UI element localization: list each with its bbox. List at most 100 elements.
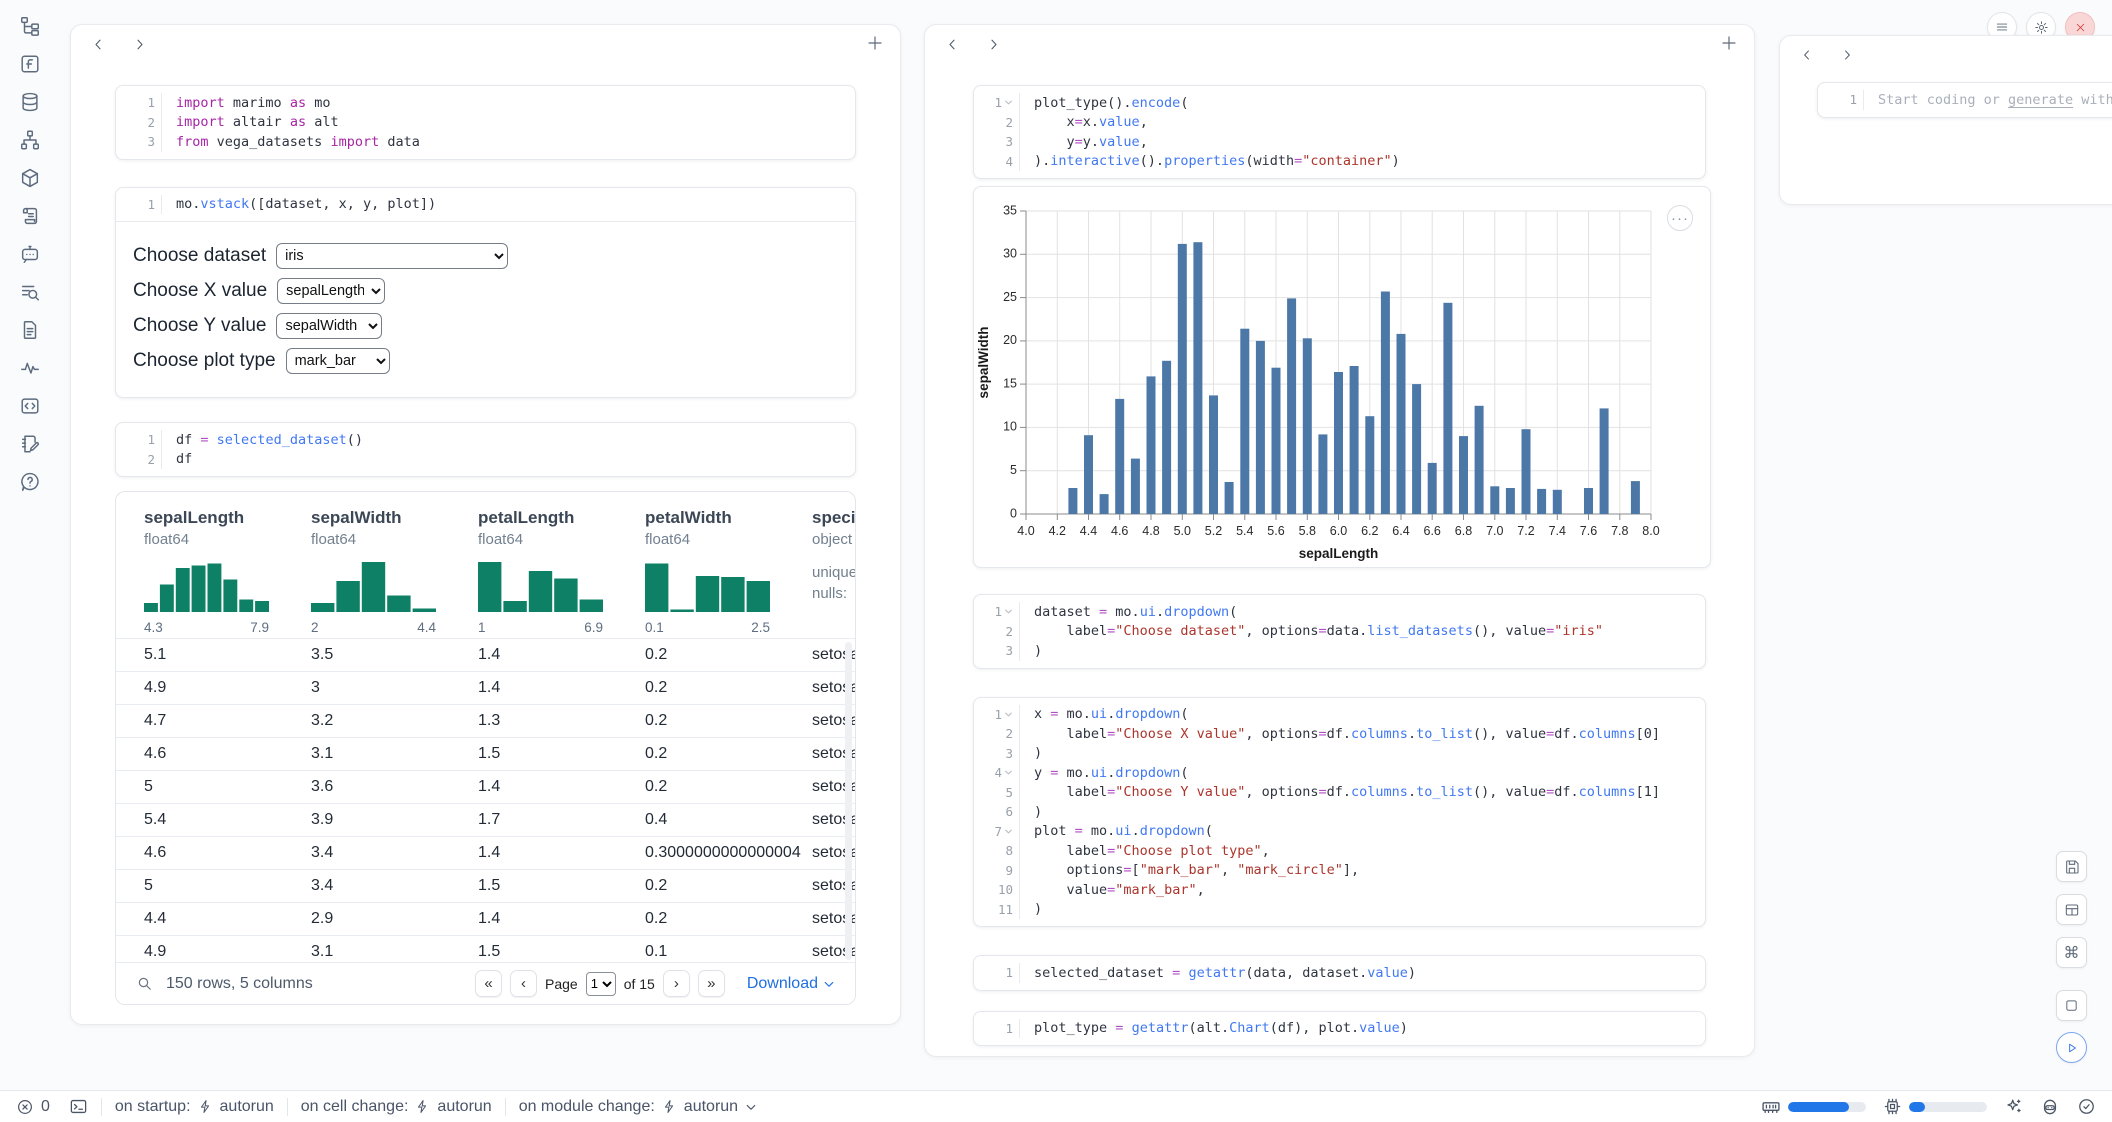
svg-text:10: 10 [1003,420,1017,434]
search-icon[interactable] [136,975,154,993]
table-row[interactable]: 5.43.91.70.4setosa [116,803,855,836]
first-page-button[interactable]: « [475,970,502,997]
fold-caret-icon[interactable] [1004,98,1013,107]
error-indicator[interactable]: 0 [16,1098,50,1116]
table-row[interactable]: 4.931.40.2setosa [116,671,855,704]
table-column-header[interactable]: sepalLengthfloat644.37.9 [144,508,311,626]
table-cell: 0.2 [645,679,812,697]
table-row[interactable]: 4.63.41.40.3000000000000004setosa [116,836,855,869]
scroll-icon[interactable] [18,204,42,228]
table-column-header[interactable]: sepalWidthfloat6424.4 [311,508,478,626]
left-icon-sidebar [0,14,60,494]
code-cell-imports[interactable]: 123import marimo as moimport altair as a… [115,85,856,160]
control-label: Choose plot type [133,350,276,372]
layout-button[interactable] [2056,894,2087,925]
dropdown-choose-dataset[interactable]: iris [276,243,508,269]
database-icon[interactable] [18,90,42,114]
code-line: x=x.value, [1034,113,1705,133]
runtime-config-1[interactable]: on startup:autorun [115,1098,274,1116]
keyboard-shortcuts-button[interactable]: ⌘ [2056,937,2087,968]
next-page-button[interactable]: › [663,970,690,997]
document-icon[interactable] [18,318,42,342]
chevron-down-icon [745,1101,757,1113]
code-cell-plot-type-getattr[interactable]: 1plot_type = getattr(alt.Chart(df), plot… [973,1011,1706,1047]
terminal-button[interactable] [69,1097,88,1116]
dropdown-choose-x-value[interactable]: sepalLength [277,278,385,304]
page-select[interactable]: 1 [586,972,616,996]
scratchpad-button[interactable] [2056,990,2087,1021]
sparkles-icon [2004,1097,2023,1116]
code-box-icon[interactable] [18,394,42,418]
copilot-button[interactable] [2040,1097,2060,1117]
fold-caret-icon[interactable] [1004,827,1013,836]
f-square-icon[interactable] [18,52,42,76]
connection-status-button[interactable] [2077,1097,2096,1116]
bar-chart[interactable]: 4.04.24.44.64.85.05.25.45.65.86.06.26.46… [974,187,1712,569]
table-column-header[interactable]: petalWidthfloat640.12.5 [645,508,812,626]
svg-text:5.8: 5.8 [1299,524,1316,538]
scratch-code-cell[interactable]: 1 Start coding or generate with [1817,82,2112,118]
chevron-left-icon[interactable] [1800,48,1814,62]
table-column-header[interactable]: speciesobjectunique:nulls: [812,508,855,626]
control-row: Choose Y valuesepalWidth [133,313,855,339]
code-cell-plot-type[interactable]: 1234plot_type().encode( x=x.value, y=y.v… [973,85,1706,179]
table-row[interactable]: 4.42.91.40.2setosa [116,902,855,935]
code-cell-selected-dataset[interactable]: 1selected_dataset = getattr(data, datase… [973,955,1706,991]
table-row[interactable]: 4.73.21.30.2setosa [116,704,855,737]
fold-caret-icon[interactable] [1004,710,1013,719]
table-cell: 0.2 [645,778,812,796]
add-cell-icon[interactable] [866,34,884,52]
table-cell: 1.4 [478,778,645,796]
chevron-left-icon[interactable] [91,37,106,52]
chevron-right-icon[interactable] [986,37,1001,52]
download-button[interactable]: Download [747,975,835,993]
cpu-usage [1883,1097,1987,1116]
code-line: ) [1034,900,1705,920]
file-tree-icon[interactable] [18,14,42,38]
dropdown-choose-plot-type[interactable]: mark_bar [286,348,390,374]
table-row[interactable]: 53.41.50.2setosa [116,869,855,902]
fold-caret-icon[interactable] [1004,607,1013,616]
generate-link[interactable]: generate [2008,92,2073,108]
table-cell: 3.6 [311,778,478,796]
runtime-config-2[interactable]: on cell change:autorun [301,1098,492,1116]
hamburger-icon [1995,20,2009,34]
prev-page-button[interactable]: ‹ [510,970,537,997]
chevron-right-icon[interactable] [132,37,147,52]
table-row[interactable]: 53.61.40.2setosa [116,770,855,803]
code-cell-dataset-dropdown[interactable]: 123dataset = mo.ui.dropdown( label="Choo… [973,594,1706,669]
table-row[interactable]: 5.13.51.40.2setosa [116,638,855,671]
svg-text:5: 5 [1010,463,1017,477]
table-cell: 1.7 [478,811,645,829]
chevron-left-icon[interactable] [945,37,960,52]
save-button[interactable] [2056,851,2087,882]
terminal-icon [69,1097,88,1116]
package-icon[interactable] [18,166,42,190]
help-bubble-icon[interactable] [18,470,42,494]
code-line: value="mark_bar", [1034,880,1705,900]
last-page-button[interactable]: » [698,970,725,997]
dropdown-choose-y-value[interactable]: sepalWidth [276,313,382,339]
notebook-edit-icon[interactable] [18,432,42,456]
chat-bot-icon[interactable] [18,242,42,266]
table-scrollbar[interactable] [845,642,852,960]
run-button[interactable] [2056,1032,2087,1063]
table-column-header[interactable]: petalLengthfloat6416.9 [478,508,645,626]
ai-assist-button[interactable] [2004,1097,2023,1116]
table-row[interactable]: 4.63.11.50.2setosa [116,737,855,770]
add-cell-icon[interactable] [1720,34,1738,52]
table-cell: 0.2 [645,745,812,763]
column-histogram [478,560,603,612]
search-list-icon[interactable] [18,280,42,304]
code-cell-vstack[interactable]: 1mo.vstack([dataset, x, y, plot]) [116,188,855,222]
code-cell-xy-plot-dropdowns[interactable]: 1234567891011x = mo.ui.dropdown( label="… [973,697,1706,928]
chevron-right-icon[interactable] [1840,48,1854,62]
runtime-config-3[interactable]: on module change:autorun [519,1098,757,1116]
pulse-icon[interactable] [18,356,42,380]
svg-text:30: 30 [1003,247,1017,261]
dependency-graph-icon[interactable] [18,128,42,152]
fold-caret-icon[interactable] [1004,768,1013,777]
svg-text:4.2: 4.2 [1049,524,1066,538]
code-cell-df[interactable]: 12df = selected_dataset()df [115,422,856,477]
chart-menu-button[interactable]: ··· [1667,205,1693,231]
